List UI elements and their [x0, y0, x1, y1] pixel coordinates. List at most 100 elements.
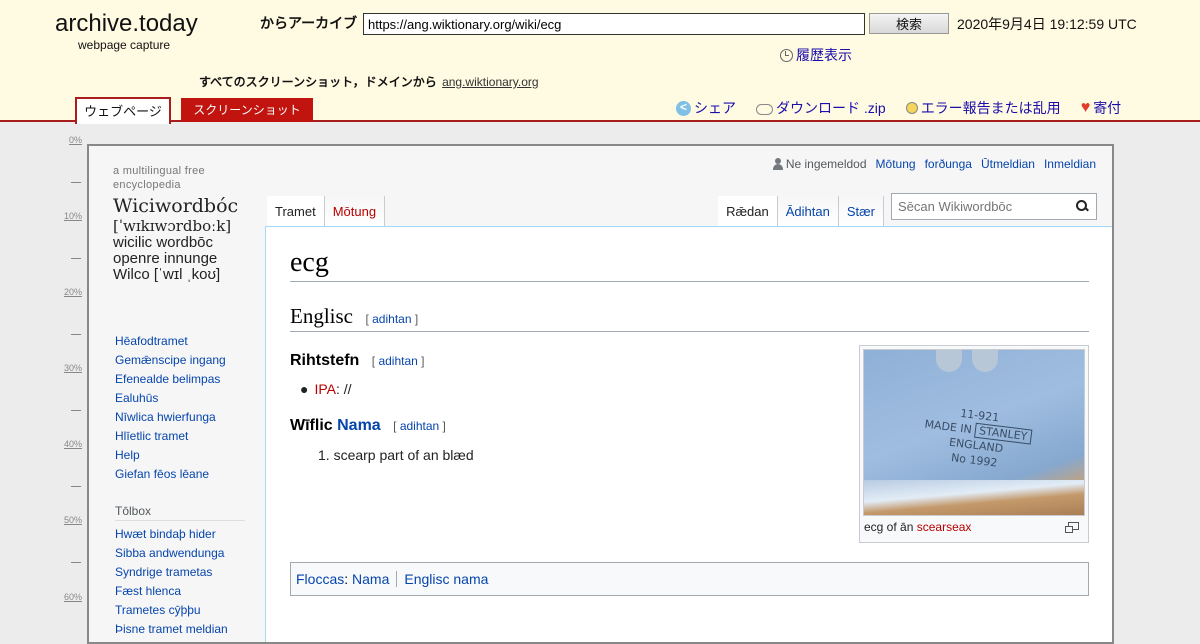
personal-link-talk[interactable]: Mōtung — [876, 157, 916, 171]
cloud-download-icon — [756, 104, 773, 115]
definition-item: 1. scearp part of an blæd — [318, 447, 474, 463]
wiki-logo[interactable]: a multilingual free encyclopedia Wiciwor… — [113, 164, 243, 288]
user-icon — [772, 158, 783, 170]
toolbox-item-special-pages[interactable]: Syndrige trametas — [115, 563, 245, 582]
history-link[interactable]: 履歴表示 — [780, 45, 852, 65]
personal-link-create-account[interactable]: Ūtmeldian — [981, 157, 1035, 171]
ipa-link[interactable]: IPA — [314, 381, 336, 397]
blade-edge — [864, 480, 1084, 515]
report-error-button[interactable]: エラー報告または乱用 — [905, 98, 1061, 118]
blade-notch — [972, 350, 998, 372]
archive-timestamp: 2020年9月4日 19:12:59 UTC — [957, 16, 1137, 32]
anon-user-label: Ne ingemeldod — [785, 157, 867, 171]
archived-page-frame: Ne ingemeldod Mōtung forðunga Ūtmeldian … — [87, 144, 1114, 644]
toolbox-item-page-info[interactable]: Trametes cȳþþu — [115, 601, 245, 620]
thumbnail: 11-921 MADE IN STANLEY ENGLAND No 1992 e… — [859, 345, 1089, 543]
enlarge-icon[interactable] — [1065, 522, 1079, 533]
personal-tools: Ne ingemeldod Mōtung forðunga Ūtmeldian … — [772, 157, 1096, 171]
category-link[interactable]: Nama — [352, 571, 389, 587]
section-heading-part-of-speech: Wīflic Nama [ adihtan ] — [290, 417, 446, 435]
ruler-label[interactable]: 60% — [56, 592, 82, 602]
archive-url-input[interactable] — [363, 13, 865, 35]
all-screenshots-line: すべてのスクリーンショット，ドメインから ang.wiktionary.org — [199, 73, 539, 90]
toolbox-item-permanent-link[interactable]: Fæst hlenca — [115, 582, 245, 601]
sidebar-item-main-page[interactable]: Hēafodtramet — [115, 332, 245, 351]
personal-link-login[interactable]: Inmeldian — [1044, 157, 1096, 171]
tab-history[interactable]: Stær — [838, 196, 884, 226]
history-link-label: 履歴表示 — [796, 47, 852, 63]
caption-link[interactable]: scearseax — [917, 520, 972, 534]
tab-webpage[interactable]: ウェブページ — [75, 97, 171, 124]
download-zip-button[interactable]: ダウンロード .zip — [756, 98, 886, 118]
toolbox-item-what-links-here[interactable]: Hwæt bindaþ hider — [115, 525, 245, 544]
edit-section-link[interactable]: adihtan — [372, 312, 411, 326]
toolbox-item-related-changes[interactable]: Sibba andwendunga — [115, 544, 245, 563]
donate-label: 寄付 — [1093, 100, 1122, 116]
bullet: ● — [300, 381, 309, 397]
ruler-label[interactable]: 10% — [56, 211, 82, 221]
archive-from-label: からアーカイブ — [260, 15, 358, 31]
ruler-tick — [71, 334, 81, 335]
tab-talk[interactable]: Mōtung — [324, 196, 386, 226]
pos-link[interactable]: Nama — [337, 417, 381, 434]
utility-blade-image[interactable]: 11-921 MADE IN STANLEY ENGLAND No 1992 — [863, 349, 1085, 516]
archive-header: archive.today webpage capture からアーカイブ 検索… — [0, 0, 1200, 124]
ruler-label[interactable]: 0% — [56, 135, 82, 145]
tab-read[interactable]: Rǣdan — [718, 196, 778, 226]
anon-user: Ne ingemeldod — [772, 157, 867, 171]
ipa-value: : // — [336, 381, 352, 397]
wiki-content: ecg Englisc [ adihtan ] Rihtstefn [ adih… — [265, 226, 1112, 642]
ruler-tick — [71, 258, 81, 259]
donate-button[interactable]: ♥ 寄付 — [1081, 98, 1122, 118]
logo-line: openre innunge — [113, 250, 218, 267]
pronunciation-heading-text: Rihtstefn — [290, 352, 360, 369]
sidebar-item-recent-changes[interactable]: Nīwlica hwierfunga — [115, 408, 245, 427]
lightbulb-icon — [905, 102, 918, 114]
category-link[interactable]: Englisc nama — [404, 571, 488, 587]
tab-page[interactable]: Tramet — [267, 196, 325, 226]
categories-label-link[interactable]: Floccas — [296, 571, 344, 587]
personal-link-contributions[interactable]: forðunga — [925, 157, 972, 171]
heart-icon: ♥ — [1080, 99, 1091, 116]
ruler-label[interactable]: 30% — [56, 363, 82, 373]
sidebar-item-donate[interactable]: Giefan fēos lēane — [115, 465, 245, 484]
ruler-tick — [71, 410, 81, 411]
logo-line: Wilco [ˈwɪl ˌkoʊ] — [113, 266, 221, 283]
page-title: ecg — [290, 247, 1089, 282]
section-heading-language: Englisc [ adihtan ] — [290, 304, 1089, 332]
edit-section: [ adihtan ] — [371, 354, 425, 368]
ruler-label[interactable]: 20% — [56, 287, 82, 297]
section-heading-pronunciation: Rihtstefn [ adihtan ] — [290, 352, 425, 370]
edit-section-link[interactable]: adihtan — [378, 354, 417, 368]
edit-section: [ adihtan ] — [393, 419, 446, 433]
ruler-tick — [71, 486, 81, 487]
sidebar-item-current-events[interactable]: Efenealde belimpas — [115, 370, 245, 389]
ruler-label[interactable]: 50% — [56, 515, 82, 525]
logo-ipa: [ˈwɪkɪwɔrdboːk] — [113, 217, 232, 235]
all-screenshots-label: すべてのスクリーンショット，ドメインから — [199, 75, 437, 89]
tab-screenshot[interactable]: スクリーンショット — [181, 98, 313, 122]
colon: : — [344, 571, 353, 587]
tab-edit[interactable]: Ādihtan — [777, 196, 839, 226]
edit-section: [ adihtan ] — [365, 312, 419, 326]
caption-prefix: ecg of ān — [864, 520, 917, 534]
section-heading-text: Englisc — [290, 304, 353, 328]
search-icon[interactable] — [1076, 200, 1089, 213]
sidebar-item-village-pump[interactable]: Ealuhūs — [115, 389, 245, 408]
wiki-search-input[interactable] — [891, 193, 1097, 220]
clock-icon — [780, 48, 793, 62]
sidebar-item-community-portal[interactable]: Gemǣnscipe ingang — [115, 351, 245, 370]
ruler-tick — [71, 562, 81, 563]
sidebar-item-random-page[interactable]: Hlīetlic tramet — [115, 427, 245, 446]
sidebar-item-help[interactable]: Help — [115, 446, 245, 465]
domain-link[interactable]: ang.wiktionary.org — [442, 75, 539, 89]
thumbnail-caption: ecg of ān scearseax — [863, 520, 1085, 534]
edit-section-link[interactable]: adihtan — [400, 419, 439, 433]
share-button[interactable]: シェア — [676, 98, 736, 118]
ruler-label[interactable]: 40% — [56, 439, 82, 449]
namespace-tabs: Tramet Mōtung — [267, 196, 386, 226]
ipa-list-item: ● IPA: // — [300, 381, 352, 397]
blade-notch — [936, 350, 962, 372]
archive-site-name[interactable]: archive.today — [55, 10, 198, 38]
archive-search-button[interactable]: 検索 — [869, 13, 949, 34]
